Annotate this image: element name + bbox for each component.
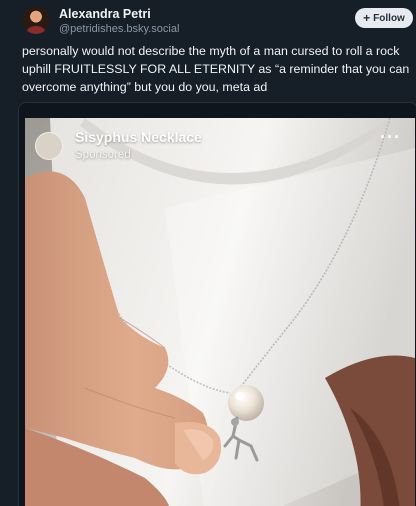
ad-title[interactable]: Sisyphus Necklace: [75, 129, 202, 145]
embed-card[interactable]: Sisyphus Necklace Sponsored ···: [18, 102, 416, 506]
follow-button[interactable]: + Follow: [355, 8, 413, 28]
author-display-name[interactable]: Alexandra Petri: [59, 7, 151, 21]
post-text: personally would not describe the myth o…: [22, 44, 410, 94]
ad-image[interactable]: Sisyphus Necklace Sponsored ···: [25, 118, 415, 506]
ad-header: Sisyphus Necklace Sponsored ···: [25, 118, 415, 178]
author-handle[interactable]: @petridishes.bsky.social: [59, 23, 179, 35]
avatar[interactable]: [22, 6, 50, 34]
post: Alexandra Petri @petridishes.bsky.social…: [0, 0, 416, 506]
more-horizontal-icon[interactable]: ···: [380, 128, 401, 146]
advertiser-logo[interactable]: [35, 132, 63, 160]
ad-sponsored-label: Sponsored: [75, 149, 131, 161]
plus-icon: +: [363, 10, 371, 25]
follow-button-label: Follow: [373, 12, 405, 24]
